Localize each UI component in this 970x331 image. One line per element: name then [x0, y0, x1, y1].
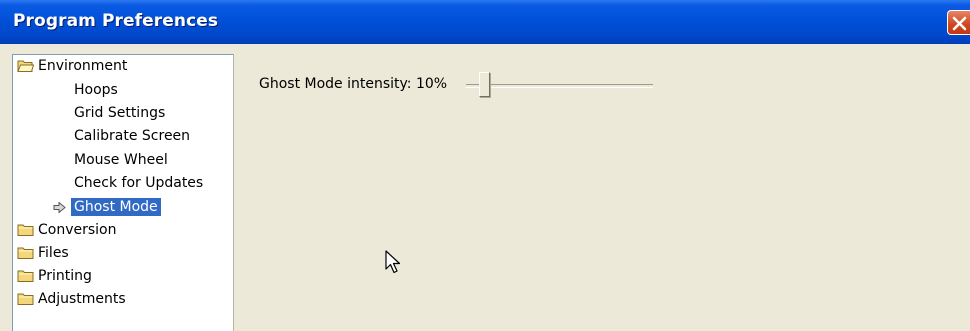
- tree-item-label: Ghost Mode: [71, 198, 161, 216]
- open-folder-icon: [17, 60, 34, 72]
- slider-thumb[interactable]: [479, 72, 491, 97]
- tree-item-label: Printing: [38, 268, 92, 284]
- tree-item-label: Check for Updates: [74, 175, 204, 191]
- tree-item-files[interactable]: Files: [17, 243, 69, 263]
- tree-item-adjustments[interactable]: Adjustments: [17, 289, 126, 309]
- folder-icon: [17, 293, 34, 305]
- program-preferences-window: Program Preferences Environment Hoops Gr…: [0, 0, 970, 331]
- current-item-arrow-icon: [53, 202, 66, 213]
- tree-item-label: Mouse Wheel: [74, 152, 168, 168]
- window-title: Program Preferences: [13, 11, 219, 31]
- tree-item-calibrate-screen[interactable]: Calibrate Screen: [74, 126, 190, 146]
- tree-item-printing[interactable]: Printing: [17, 266, 92, 286]
- tree-item-mouse-wheel[interactable]: Mouse Wheel: [74, 150, 168, 170]
- slider-track[interactable]: [466, 84, 653, 88]
- title-bar[interactable]: Program Preferences: [0, 0, 970, 44]
- preferences-tree[interactable]: Environment Hoops Grid Settings Calibrat…: [12, 54, 234, 331]
- folder-icon: [17, 247, 34, 259]
- tree-item-environment[interactable]: Environment: [17, 56, 127, 76]
- mouse-pointer-icon: [385, 250, 401, 274]
- tree-item-label: Adjustments: [38, 291, 126, 307]
- tree-item-check-for-updates[interactable]: Check for Updates: [74, 173, 203, 193]
- tree-item-hoops[interactable]: Hoops: [74, 80, 118, 100]
- close-button[interactable]: [947, 10, 970, 35]
- ghost-mode-intensity-label: Ghost Mode intensity: 10%: [259, 76, 448, 92]
- tree-item-label: Files: [38, 245, 69, 261]
- tree-item-label: Conversion: [38, 222, 117, 238]
- tree-item-label: Environment: [38, 58, 128, 74]
- tree-item-ghost-mode[interactable]: Ghost Mode: [71, 197, 161, 217]
- tree-item-label: Grid Settings: [74, 105, 166, 121]
- ghost-mode-settings-panel: Ghost Mode intensity: 10%: [234, 54, 970, 331]
- tree-item-label: Calibrate Screen: [74, 128, 191, 144]
- tree-item-label: Hoops: [74, 82, 118, 98]
- tree-item-grid-settings[interactable]: Grid Settings: [74, 103, 165, 123]
- folder-icon: [17, 224, 34, 236]
- dialog-client-area: Environment Hoops Grid Settings Calibrat…: [3, 44, 970, 331]
- folder-icon: [17, 270, 34, 282]
- close-icon: [952, 16, 967, 31]
- tree-item-conversion[interactable]: Conversion: [17, 220, 117, 240]
